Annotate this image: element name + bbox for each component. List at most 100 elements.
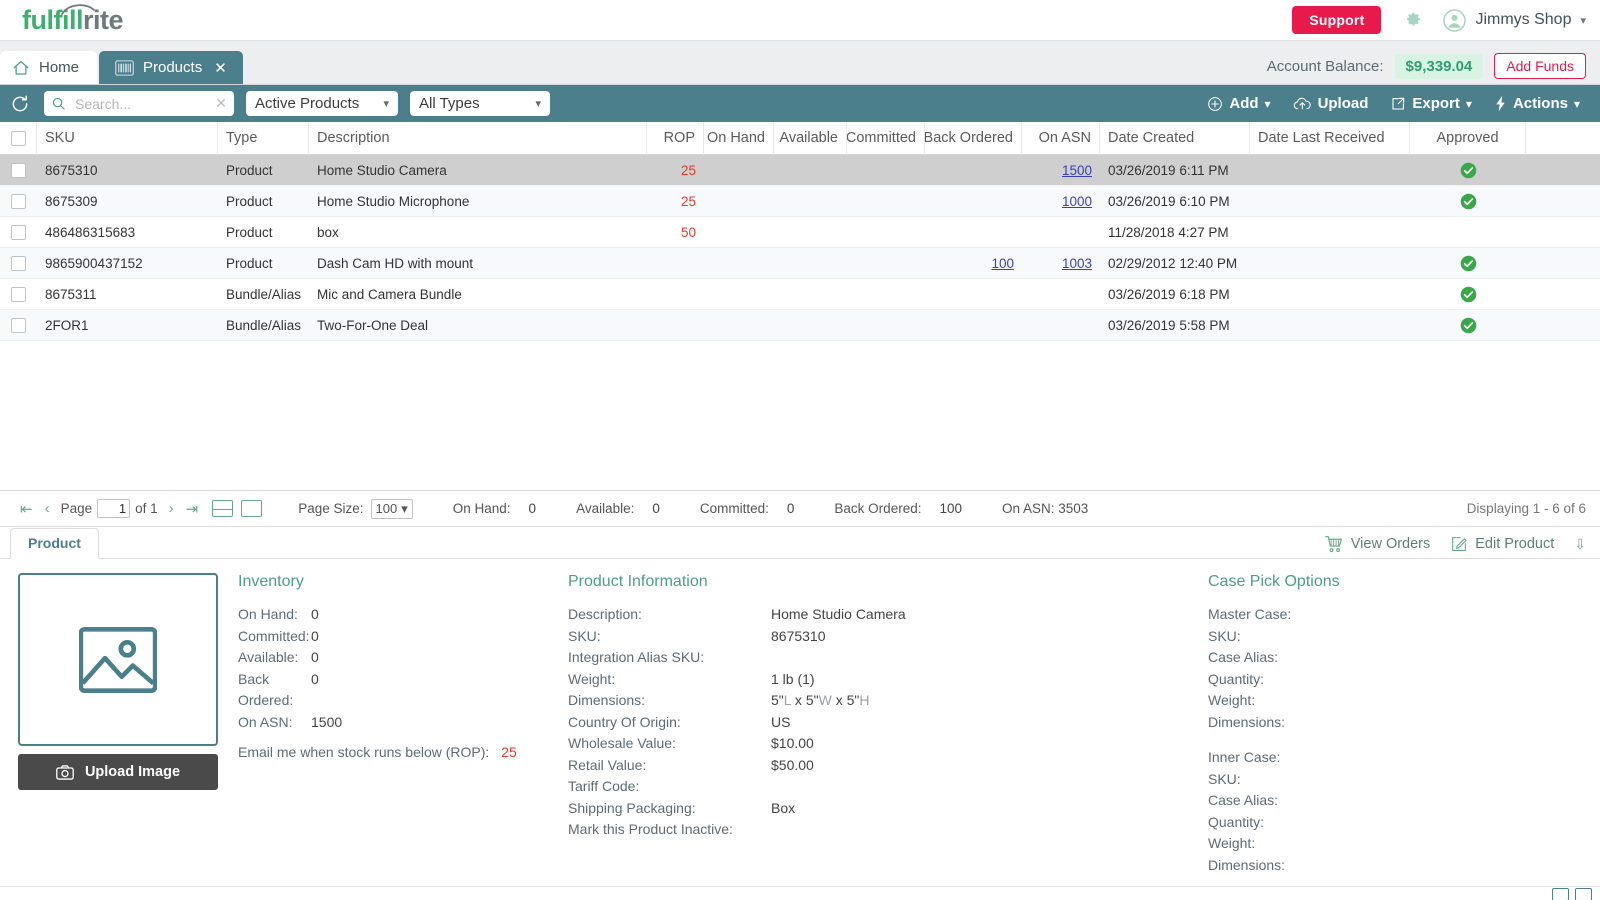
view-orders-button[interactable]: View Orders [1324,535,1431,553]
page-label: Page [61,501,93,516]
product-field-label: Country Of Origin: [568,712,771,734]
cell-sku: 9865900437152 [37,256,218,271]
split-layout-button[interactable] [212,500,233,517]
status-filter-select[interactable]: Active Products ▾ [246,91,398,116]
type-filter-select[interactable]: All Types ▾ [410,91,550,116]
tab-home[interactable]: Home [0,51,97,84]
row-checkbox[interactable] [11,318,26,333]
cell-description: Home Studio Microphone [309,194,647,209]
case-field-label: Weight: [1208,833,1255,855]
add-funds-button[interactable]: Add Funds [1494,53,1586,79]
row-select-cell[interactable] [0,194,37,209]
inventory-field-label: Back Ordered: [238,669,311,712]
detail-field-row: Retail Value:$50.00 [568,755,1198,777]
avatar-icon [1443,9,1466,32]
row-select-cell[interactable] [0,163,37,178]
table-row[interactable]: 9865900437152ProductDash Cam HD with mou… [0,248,1600,279]
displaying-label: Displaying 1 - 6 of 6 [1467,501,1586,516]
col-header-sku[interactable]: SKU [37,122,218,155]
chevron-down-icon: ▾ [401,501,408,517]
tab-product-detail[interactable]: Product [10,528,99,559]
case-field-label: Quantity: [1208,669,1264,691]
quantity-link[interactable]: 1500 [1062,163,1092,178]
detail-field-row: Committed:0 [238,626,558,648]
detail-field-row: Master Case: [1208,604,1538,626]
collapse-panel-icon[interactable]: ⇩ [1574,536,1586,553]
col-header-back-ordered[interactable]: Back Ordered [925,122,1022,155]
clear-search-icon[interactable]: ✕ [215,95,227,112]
gear-icon[interactable] [1401,9,1423,31]
col-header-on-asn[interactable]: On ASN [1022,122,1100,155]
search-input[interactable] [73,95,198,113]
cell-type: Product [218,225,309,240]
row-select-cell[interactable] [0,256,37,271]
page-size-value: 100 [376,501,398,516]
case-field-label: SKU: [1208,626,1241,648]
row-checkbox[interactable] [11,163,26,178]
col-header-description[interactable]: Description [309,122,647,155]
quantity-link[interactable]: 100 [991,256,1014,271]
add-button[interactable]: Add ▾ [1207,95,1270,112]
fulfillrite-logo[interactable]: fulfill rite [22,5,123,36]
select-all-cell[interactable] [0,122,37,155]
col-header-committed[interactable]: Committed [847,122,925,155]
user-menu[interactable]: Jimmys Shop ▾ [1443,9,1586,32]
col-header-available[interactable]: Available [774,122,847,155]
quantity-link[interactable]: 1000 [1062,194,1092,209]
cell-approved [1410,255,1526,272]
row-select-cell[interactable] [0,225,37,240]
next-page-button[interactable]: › [163,500,180,517]
table-row[interactable]: 486486315683Productbox5011/28/2018 4:27 … [0,217,1600,248]
col-header-date-created[interactable]: Date Created [1100,122,1250,155]
table-row[interactable]: 2FOR1Bundle/AliasTwo-For-One Deal03/26/2… [0,310,1600,341]
full-layout-button[interactable] [241,500,262,517]
quantity-link[interactable]: 1003 [1062,256,1092,271]
inventory-field-value: 0 [311,669,319,712]
support-button[interactable]: Support [1292,6,1381,34]
detail-field-row: SKU:8675310 [568,626,1198,648]
edit-product-button[interactable]: Edit Product [1450,535,1554,553]
inventory-rows: On Hand:0Committed:0Available:0Back Orde… [238,604,558,733]
cell-type: Product [218,256,309,271]
row-select-cell[interactable] [0,287,37,302]
table-row[interactable]: 8675311Bundle/AliasMic and Camera Bundle… [0,279,1600,310]
col-header-type[interactable]: Type [218,122,309,155]
table-row[interactable]: 8675310ProductHome Studio Camera25150003… [0,155,1600,186]
detail-field-row: Case Alias: [1208,790,1538,812]
case-field-label: Case Alias: [1208,790,1278,812]
first-page-button[interactable]: ⇤ [14,500,39,518]
col-header-rop[interactable]: ROP [647,122,704,155]
window-icon-1[interactable] [1552,888,1569,900]
cell-sku: 2FOR1 [37,318,218,333]
upload-button[interactable]: Upload [1293,95,1369,112]
row-checkbox[interactable] [11,225,26,240]
col-header-on-hand[interactable]: On Hand [704,122,774,155]
window-icon-2[interactable] [1575,888,1592,900]
tab-products[interactable]: Products ✕ [99,51,243,84]
row-checkbox[interactable] [11,287,26,302]
search-box[interactable]: ✕ [44,91,234,116]
close-icon[interactable]: ✕ [214,59,227,77]
product-field-value: Box [771,798,795,820]
cell-date-created: 03/26/2019 6:18 PM [1100,287,1250,302]
upload-image-button[interactable]: Upload Image [18,754,218,790]
last-page-button[interactable]: ⇥ [180,500,205,518]
tab-home-label: Home [39,59,79,76]
page-size-select[interactable]: 100 ▾ [371,499,413,519]
select-all-checkbox[interactable] [11,131,26,146]
refresh-icon[interactable] [10,94,30,114]
row-select-cell[interactable] [0,318,37,333]
product-image-placeholder[interactable] [18,573,218,746]
lightning-bolt-icon [1494,95,1507,112]
row-checkbox[interactable] [11,256,26,271]
prev-page-button[interactable]: ‹ [39,500,56,517]
page-number-input[interactable] [97,499,130,518]
col-header-approved[interactable]: Approved [1410,122,1526,155]
row-checkbox[interactable] [11,194,26,209]
actions-button[interactable]: Actions ▾ [1494,95,1580,112]
col-header-date-last-received[interactable]: Date Last Received [1250,122,1410,155]
detail-field-row: Dimensions:5"L x 5"W x 5"H [568,690,1198,712]
export-button[interactable]: Export ▾ [1390,95,1472,112]
detail-field-row: SKU: [1208,769,1538,791]
table-row[interactable]: 8675309ProductHome Studio Microphone2510… [0,186,1600,217]
